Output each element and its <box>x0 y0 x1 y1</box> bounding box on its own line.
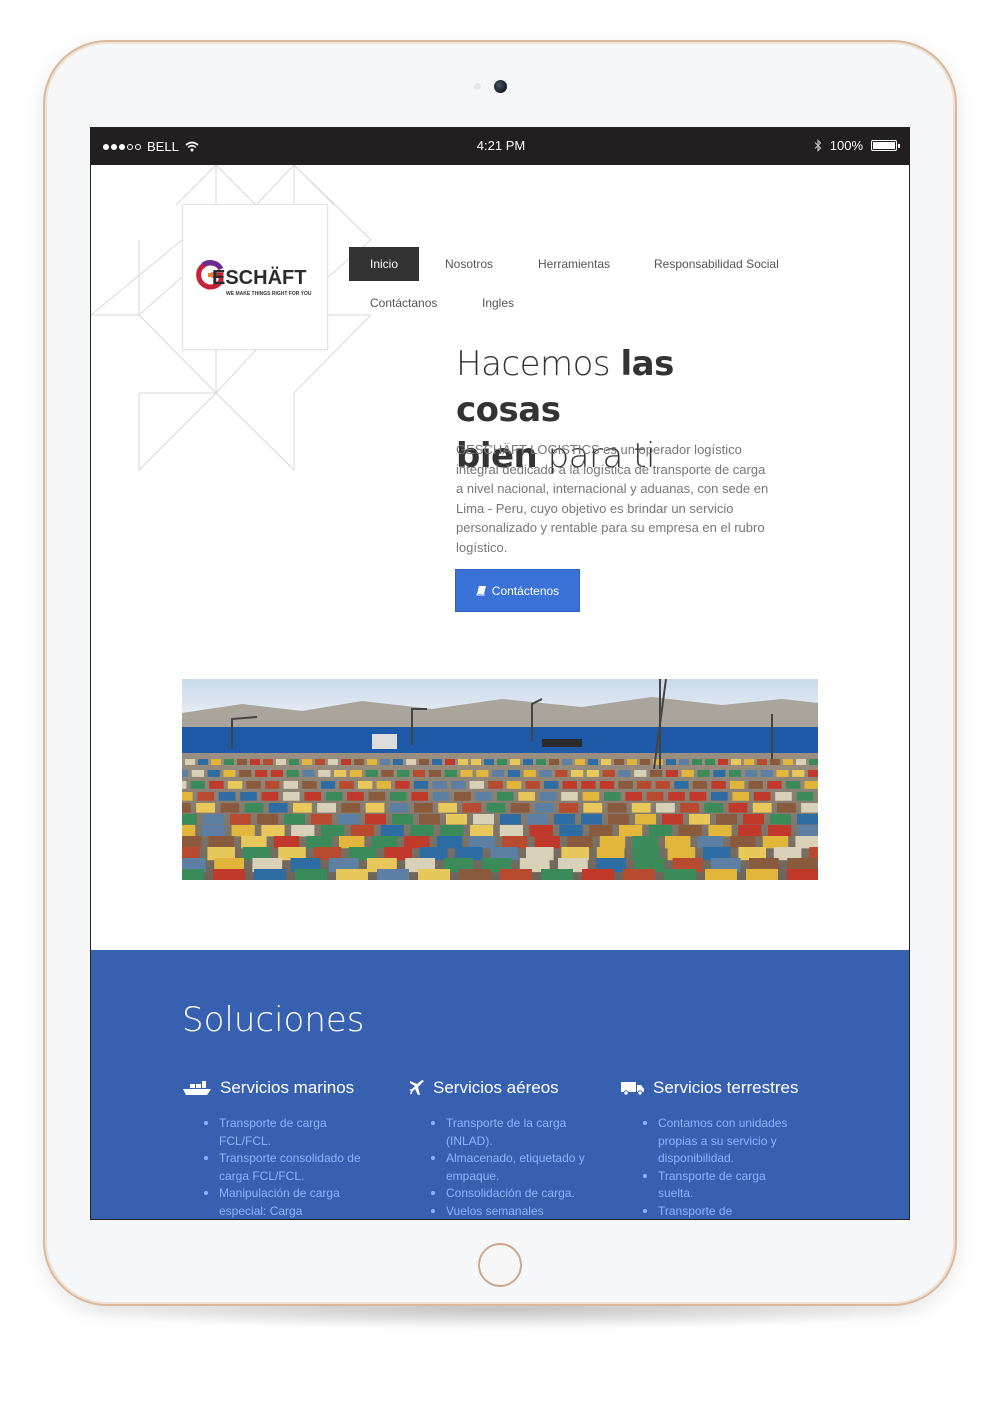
solution-heading-land-label: Servicios terrestres <box>653 1078 799 1097</box>
solutions-section: Soluciones Servicios marinos Transporte … <box>91 950 909 1220</box>
tablet-screen: BELL 4:21 PM 100% ESCHÄFT WE MAKE THINGS… <box>90 127 910 1220</box>
status-time: 4:21 PM <box>476 138 526 153</box>
logo[interactable]: ESCHÄFT WE MAKE THINGS RIGHT FOR YOU <box>182 204 328 350</box>
list-item: Transporte de <box>643 1203 803 1220</box>
solution-heading-land[interactable]: Servicios terrestres <box>621 1078 831 1098</box>
solution-heading-air-label: Servicios aéreos <box>433 1078 559 1097</box>
nav-item-responsabilidad-social[interactable]: Responsabilidad Social <box>633 247 800 281</box>
status-right: 100% <box>814 138 900 153</box>
nav-item-contactanos[interactable]: Contáctanos <box>349 286 458 320</box>
solutions-title: Soluciones <box>182 1000 365 1040</box>
solution-list-land: Contamos con unidades propias a su servi… <box>621 1115 831 1220</box>
list-item: Transporte de carga FCL/FCL. <box>204 1115 364 1150</box>
logo-text: ESCHÄFT <box>212 267 307 289</box>
list-item: Manipulación de carga especial: Carga <box>204 1185 364 1219</box>
ship-icon <box>183 1081 211 1095</box>
web-page: ESCHÄFT WE MAKE THINGS RIGHT FOR YOU Ini… <box>91 165 909 1220</box>
status-bar: BELL 4:21 PM 100% <box>91 128 909 165</box>
solution-list-marine: Transporte de carga FCL/FCL. Transporte … <box>182 1115 392 1219</box>
hero-title-part1: Hacemos <box>456 344 621 384</box>
solution-column-air: Servicios aéreos Transporte de la carga … <box>409 1078 619 1220</box>
nav-item-ingles[interactable]: Ingles <box>461 286 535 320</box>
logo-tagline: WE MAKE THINGS RIGHT FOR YOU <box>226 291 312 297</box>
port-containers-image <box>182 679 818 880</box>
book-icon <box>476 586 486 596</box>
list-item: Almacenado, etiquetado y empaque. <box>431 1150 591 1185</box>
solution-heading-marine-label: Servicios marinos <box>220 1078 355 1097</box>
solution-list-air: Transporte de la carga (INLAD). Almacena… <box>409 1115 619 1220</box>
list-item: Contamos con unidades propias a su servi… <box>643 1115 803 1168</box>
contact-button[interactable]: Contáctenos <box>455 569 580 612</box>
list-item: Transporte consolidado de carga FCL/FCL. <box>204 1150 364 1185</box>
battery-icon <box>871 140 900 151</box>
nav-item-herramientas[interactable]: Herramientas <box>517 247 631 281</box>
nav-item-inicio[interactable]: Inicio <box>349 247 420 281</box>
solution-heading-marine[interactable]: Servicios marinos <box>182 1078 392 1098</box>
list-item: Transporte de carga suelta. <box>643 1168 803 1203</box>
solution-column-marine: Servicios marinos Transporte de carga FC… <box>182 1078 392 1219</box>
truck-icon <box>621 1082 644 1096</box>
list-item: Transporte de la carga (INLAD). <box>431 1115 591 1150</box>
solution-heading-air[interactable]: Servicios aéreos <box>409 1078 619 1098</box>
plane-icon <box>409 1080 424 1095</box>
front-camera <box>494 80 507 93</box>
nav-item-nosotros[interactable]: Nosotros <box>424 247 514 281</box>
contact-button-label: Contáctenos <box>491 583 560 598</box>
hero-description: GESCHÄFT LOGISTICS es un operador logíst… <box>456 442 769 555</box>
home-button[interactable] <box>478 1243 522 1287</box>
battery-percent: 100% <box>829 138 863 153</box>
bluetooth-icon <box>814 139 822 152</box>
list-item: Vuelos semanales <box>431 1203 591 1220</box>
list-item: Consolidación de carga. <box>431 1185 591 1203</box>
solution-column-land: Servicios terrestres Contamos con unidad… <box>621 1078 831 1220</box>
camera-sensor <box>474 83 481 90</box>
